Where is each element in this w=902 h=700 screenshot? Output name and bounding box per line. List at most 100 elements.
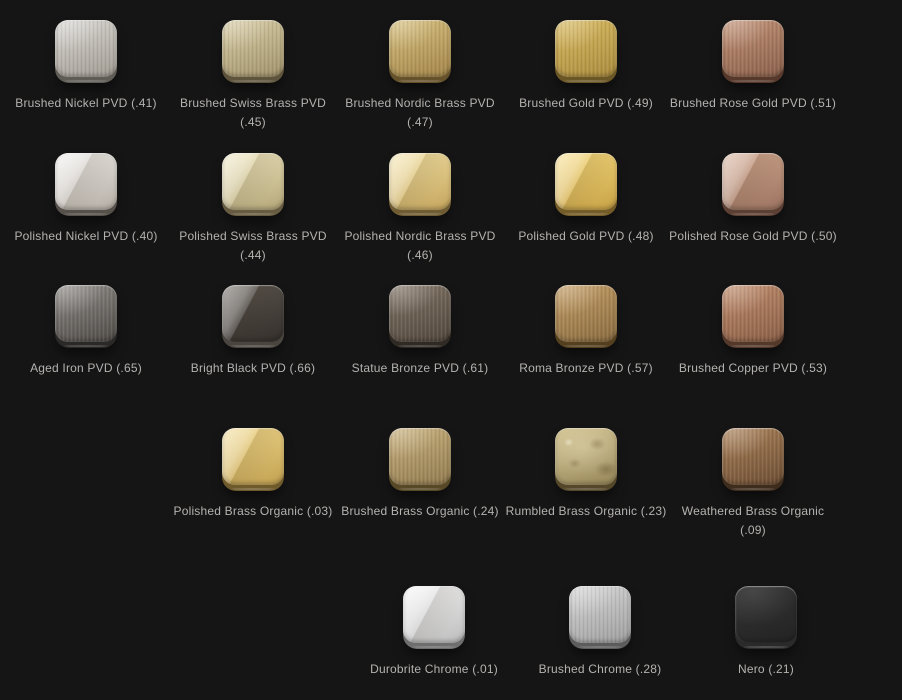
swatch-label-line2: (.45)	[169, 113, 337, 132]
finish-swatch[interactable]	[722, 20, 784, 83]
swatch-label: Brushed Gold PVD (.49)	[502, 94, 670, 113]
swatch-label-line2: (.47)	[336, 113, 504, 132]
swatch-label-line2: (.44)	[169, 246, 337, 265]
swatch-label: Statue Bronze PVD (.61)	[336, 359, 504, 378]
swatch-label-line1: Brushed Nickel PVD (.41)	[2, 94, 170, 113]
swatch-face	[389, 428, 451, 485]
swatch-face	[222, 428, 284, 485]
finish-swatch[interactable]	[55, 20, 117, 83]
swatch-label-line1: Polished Rose Gold PVD (.50)	[669, 227, 837, 246]
finish-picker-grid: Brushed Nickel PVD (.41) Brushed Swiss B…	[0, 0, 902, 700]
swatch-label-line1: Polished Swiss Brass PVD	[169, 227, 337, 246]
swatch-cell-brushed-brass-organic[interactable]: Brushed Brass Organic (.24)	[336, 428, 504, 521]
finish-swatch[interactable]	[222, 153, 284, 216]
swatch-label: Polished Nordic Brass PVD(.46)	[336, 227, 504, 265]
finish-swatch[interactable]	[389, 428, 451, 491]
swatch-label-line1: Polished Nordic Brass PVD	[336, 227, 504, 246]
finish-swatch[interactable]	[555, 285, 617, 348]
swatch-face	[55, 285, 117, 342]
swatch-cell-polished-swiss-brass-pvd[interactable]: Polished Swiss Brass PVD(.44)	[169, 153, 337, 265]
swatch-label-line1: Brushed Chrome (.28)	[516, 660, 684, 679]
swatch-cell-polished-brass-organic[interactable]: Polished Brass Organic (.03)	[169, 428, 337, 521]
swatch-label-line2: (.09)	[669, 521, 837, 540]
swatch-cell-aged-iron-pvd[interactable]: Aged Iron PVD (.65)	[2, 285, 170, 378]
swatch-cell-brushed-gold-pvd[interactable]: Brushed Gold PVD (.49)	[502, 20, 670, 113]
swatch-label-line1: Polished Nickel PVD (.40)	[2, 227, 170, 246]
swatch-label: Brushed Brass Organic (.24)	[336, 502, 504, 521]
swatch-cell-brushed-copper-pvd[interactable]: Brushed Copper PVD (.53)	[669, 285, 837, 378]
swatch-cell-roma-bronze-pvd[interactable]: Roma Bronze PVD (.57)	[502, 285, 670, 378]
swatch-face	[555, 285, 617, 342]
swatch-label: Durobrite Chrome (.01)	[350, 660, 518, 679]
swatch-label-line1: Rumbled Brass Organic (.23)	[502, 502, 670, 521]
swatch-face	[722, 285, 784, 342]
swatch-label-line1: Polished Brass Organic (.03)	[169, 502, 337, 521]
finish-swatch[interactable]	[389, 20, 451, 83]
finish-swatch[interactable]	[735, 586, 797, 649]
swatch-cell-polished-nordic-brass-pvd[interactable]: Polished Nordic Brass PVD(.46)	[336, 153, 504, 265]
swatch-label-line1: Brushed Gold PVD (.49)	[502, 94, 670, 113]
swatch-cell-brushed-nickel-pvd[interactable]: Brushed Nickel PVD (.41)	[2, 20, 170, 113]
swatch-cell-durobrite-chrome[interactable]: Durobrite Chrome (.01)	[350, 586, 518, 679]
finish-swatch[interactable]	[555, 153, 617, 216]
finish-swatch[interactable]	[222, 428, 284, 491]
swatch-label-line1: Brushed Copper PVD (.53)	[669, 359, 837, 378]
swatch-cell-nero[interactable]: Nero (.21)	[682, 586, 850, 679]
finish-swatch[interactable]	[722, 285, 784, 348]
swatch-face	[389, 153, 451, 210]
finish-swatch[interactable]	[555, 428, 617, 491]
swatch-label: Brushed Nickel PVD (.41)	[2, 94, 170, 113]
swatch-face	[55, 20, 117, 77]
swatch-face	[389, 20, 451, 77]
swatch-label-line1: Nero (.21)	[682, 660, 850, 679]
swatch-face	[222, 20, 284, 77]
finish-swatch[interactable]	[389, 285, 451, 348]
finish-swatch[interactable]	[389, 153, 451, 216]
swatch-label-line1: Brushed Brass Organic (.24)	[336, 502, 504, 521]
swatch-cell-weathered-brass-organic[interactable]: Weathered Brass Organic(.09)	[669, 428, 837, 540]
swatch-label: Aged Iron PVD (.65)	[2, 359, 170, 378]
swatch-label: Roma Bronze PVD (.57)	[502, 359, 670, 378]
swatch-face	[722, 20, 784, 77]
swatch-cell-rumbled-brass-organic[interactable]: Rumbled Brass Organic (.23)	[502, 428, 670, 521]
swatch-face	[222, 153, 284, 210]
swatch-label-line1: Statue Bronze PVD (.61)	[336, 359, 504, 378]
finish-swatch[interactable]	[555, 20, 617, 83]
swatch-label-line1: Brushed Rose Gold PVD (.51)	[669, 94, 837, 113]
swatch-label-line1: Brushed Nordic Brass PVD	[336, 94, 504, 113]
finish-swatch[interactable]	[722, 428, 784, 491]
swatch-cell-polished-gold-pvd[interactable]: Polished Gold PVD (.48)	[502, 153, 670, 246]
swatch-cell-brushed-chrome[interactable]: Brushed Chrome (.28)	[516, 586, 684, 679]
finish-swatch[interactable]	[55, 153, 117, 216]
swatch-label-line1: Durobrite Chrome (.01)	[350, 660, 518, 679]
swatch-cell-polished-nickel-pvd[interactable]: Polished Nickel PVD (.40)	[2, 153, 170, 246]
swatch-cell-brushed-nordic-brass-pvd[interactable]: Brushed Nordic Brass PVD(.47)	[336, 20, 504, 132]
finish-swatch[interactable]	[55, 285, 117, 348]
finish-swatch[interactable]	[403, 586, 465, 649]
finish-swatch[interactable]	[222, 20, 284, 83]
swatch-face	[722, 428, 784, 485]
swatch-face	[222, 285, 284, 342]
swatch-cell-statue-bronze-pvd[interactable]: Statue Bronze PVD (.61)	[336, 285, 504, 378]
finish-swatch[interactable]	[569, 586, 631, 649]
swatch-cell-bright-black-pvd[interactable]: Bright Black PVD (.66)	[169, 285, 337, 378]
swatch-label-line2: (.46)	[336, 246, 504, 265]
swatch-face	[722, 153, 784, 210]
swatch-label-line1: Bright Black PVD (.66)	[169, 359, 337, 378]
swatch-cell-brushed-rose-gold-pvd[interactable]: Brushed Rose Gold PVD (.51)	[669, 20, 837, 113]
finish-swatch[interactable]	[222, 285, 284, 348]
swatch-label: Polished Rose Gold PVD (.50)	[669, 227, 837, 246]
swatch-label: Nero (.21)	[682, 660, 850, 679]
swatch-label: Polished Swiss Brass PVD(.44)	[169, 227, 337, 265]
swatch-face	[735, 586, 797, 643]
swatch-cell-brushed-swiss-brass-pvd[interactable]: Brushed Swiss Brass PVD(.45)	[169, 20, 337, 132]
swatch-label: Rumbled Brass Organic (.23)	[502, 502, 670, 521]
swatch-label: Polished Nickel PVD (.40)	[2, 227, 170, 246]
swatch-cell-polished-rose-gold-pvd[interactable]: Polished Rose Gold PVD (.50)	[669, 153, 837, 246]
swatch-face	[389, 285, 451, 342]
swatch-label: Brushed Swiss Brass PVD(.45)	[169, 94, 337, 132]
swatch-face	[569, 586, 631, 643]
swatch-face	[55, 153, 117, 210]
swatch-label-line1: Roma Bronze PVD (.57)	[502, 359, 670, 378]
finish-swatch[interactable]	[722, 153, 784, 216]
